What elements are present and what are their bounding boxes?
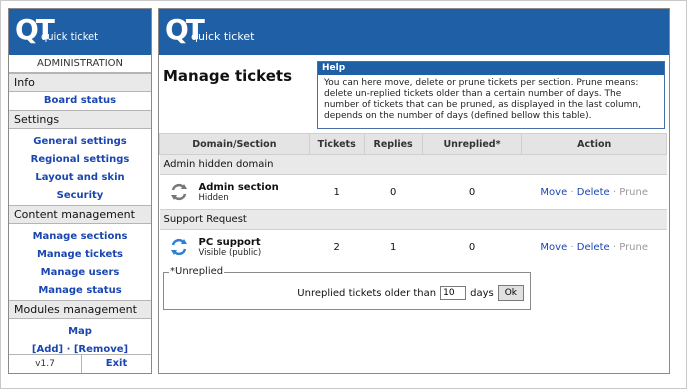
unreplied-count: 0 [468,241,476,253]
section-settings: Settings [9,110,151,129]
section-name: Admin section [198,181,279,193]
col-tickets: Tickets [308,133,365,155]
section-content-management: Content management [9,205,151,224]
unreplied-label: Unreplied tickets older than [297,287,437,299]
prune-link: Prune [619,186,649,198]
row-actions: Move · Delete · Prune [522,230,667,265]
days-unit: days [470,287,494,299]
sidebar-item-manage-status[interactable]: Manage status [9,282,151,300]
logo-subtitle: quick ticket [41,30,98,43]
sidebar-item-manage-users[interactable]: Manage users [9,264,151,282]
section-hidden-icon [170,183,187,201]
version-label: v1.7 [9,355,82,373]
section-visibility: Hidden [198,192,229,203]
replies-count: 0 [389,186,397,198]
delete-link[interactable]: Delete [577,242,610,253]
help-title: Help [318,62,664,75]
tickets-table: Domain/Section Tickets Replies Unreplied… [159,133,667,264]
main-logo-subtitle: quick ticket [191,30,255,43]
sidebar-item-general-settings[interactable]: General settings [9,133,151,151]
sidebar-item-manage-sections[interactable]: Manage sections [9,228,151,246]
tickets-count: 2 [333,241,340,253]
sidebar-item-map[interactable]: Map [9,323,151,341]
sidebar-footer: v1.7 Exit [9,354,151,373]
sidebar-item-manage-tickets[interactable]: Manage tickets [9,246,151,264]
sidebar-item-layout-skin[interactable]: Layout and skin [9,169,151,187]
action-separator: · [612,186,617,198]
col-domain-section: Domain/Section [159,133,310,155]
unreplied-fieldset: *Unreplied Unreplied tickets older than … [163,266,531,310]
sidebar: QT quick ticket ADMINISTRATION Info Boar… [8,8,152,374]
action-separator: · [570,186,574,198]
sidebar-item-security[interactable]: Security [9,187,151,205]
section-name: PC support [198,236,261,248]
delete-link[interactable]: Delete [577,187,610,198]
col-action: Action [521,133,667,155]
help-text: You can here move, delete or prune ticke… [324,78,641,121]
col-unreplied: Unreplied* [421,133,523,155]
replies-count: 1 [389,241,397,253]
sidebar-item-regional-settings[interactable]: Regional settings [9,151,151,169]
section-visibility: Visible (public) [198,247,262,258]
administration-label: ADMINISTRATION [9,55,151,73]
section-modules-management: Modules management [9,300,151,319]
table-row: PC support Visible (public) 2 1 0 Move ·… [160,230,667,265]
tickets-count: 1 [333,186,340,198]
days-input[interactable] [440,286,467,300]
domain-row: Support Request [159,209,667,230]
prune-link: Prune [619,241,649,253]
page-title: Manage tickets [163,67,293,85]
move-link[interactable]: Move [540,242,567,253]
table-row: Admin section Hidden 1 0 0 Move · Delete… [160,175,667,210]
row-actions: Move · Delete · Prune [522,175,667,210]
col-replies: Replies [363,133,423,155]
action-separator: · [612,241,617,253]
ok-button[interactable]: Ok [497,285,524,301]
main-logo: QT quick ticket [159,9,669,55]
section-visible-icon [170,238,187,256]
sidebar-item-board-status[interactable]: Board status [9,92,151,110]
unreplied-legend: *Unreplied [169,266,225,277]
section-info: Info [9,73,151,92]
exit-link[interactable]: Exit [82,355,151,373]
move-link[interactable]: Move [540,187,567,198]
sidebar-logo: QT quick ticket [9,9,151,55]
action-separator: · [570,241,574,253]
unreplied-count: 0 [468,186,476,198]
domain-row: Admin hidden domain [159,154,667,175]
help-box: Help You can here move, delete or prune … [317,61,665,129]
main-panel: QT quick ticket Manage tickets Help You … [158,8,670,374]
